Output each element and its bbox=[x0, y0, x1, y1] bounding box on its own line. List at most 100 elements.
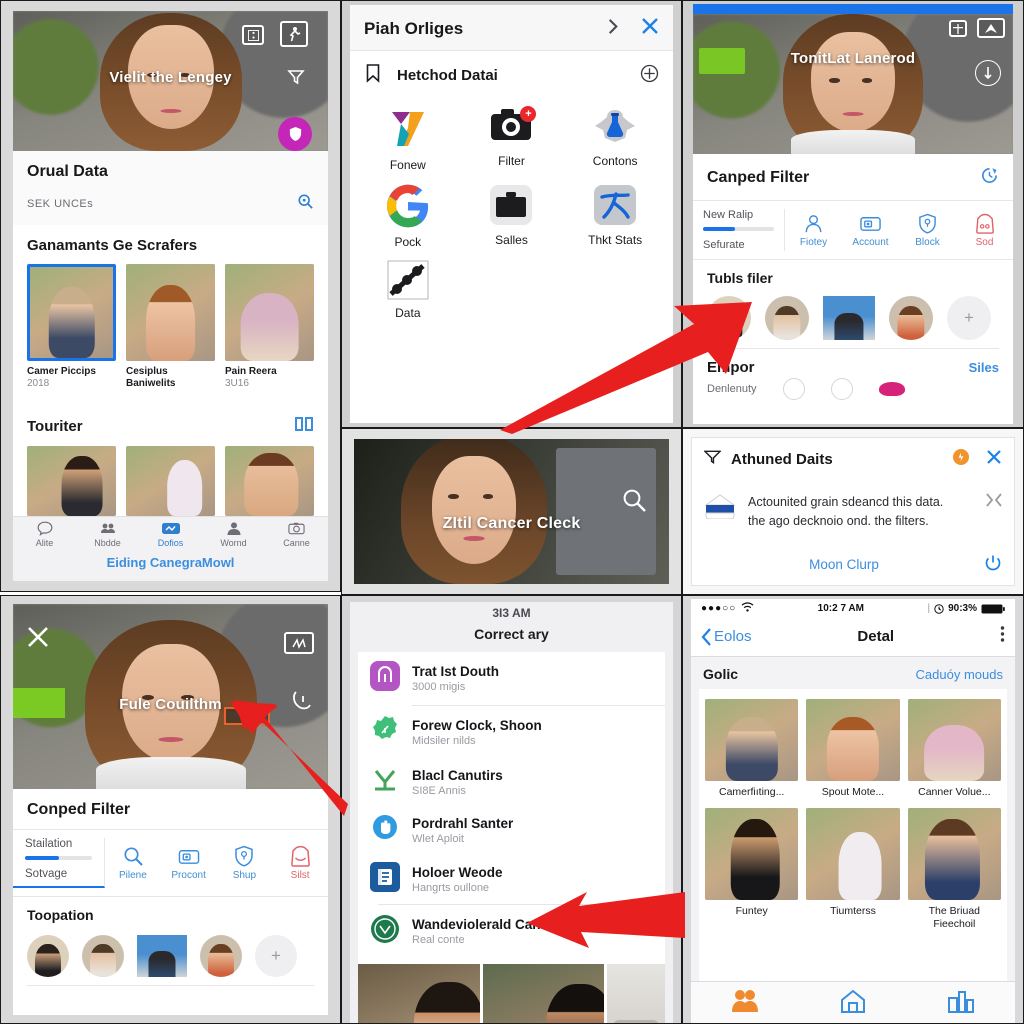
add-avatar-button[interactable]: + bbox=[947, 296, 991, 340]
bottom-nav bbox=[691, 981, 1015, 1023]
person-run-icon[interactable] bbox=[280, 21, 308, 47]
signal-dots: ●●●○○ bbox=[701, 603, 737, 614]
grid-item[interactable]: Camerfiıting... bbox=[705, 699, 799, 798]
search-icon[interactable] bbox=[297, 193, 314, 215]
banner-photo[interactable]: ZItil Cancer Cleck bbox=[354, 439, 669, 584]
card-item[interactable]: Cesiplus Baniwelits bbox=[126, 264, 215, 389]
action-label: Shup bbox=[232, 870, 257, 881]
body-line-2: the ago decknoio ond. the filters. bbox=[748, 514, 929, 529]
action-sod[interactable]: Sod bbox=[956, 209, 1013, 251]
strip-photo[interactable] bbox=[607, 964, 665, 1023]
nav-label: Canne bbox=[283, 538, 310, 548]
grid-icon[interactable] bbox=[949, 20, 967, 37]
card-item[interactable]: Camer Piccips 2018 bbox=[27, 264, 116, 389]
collapse-icon[interactable] bbox=[986, 493, 1002, 512]
avatar[interactable] bbox=[200, 935, 242, 977]
avatar-photo[interactable] bbox=[823, 296, 875, 340]
app-tile-salles[interactable]: Salles bbox=[460, 183, 564, 250]
share-arrow-icon[interactable] bbox=[977, 18, 1005, 38]
action-account[interactable]: Account bbox=[842, 209, 899, 251]
avatar[interactable] bbox=[765, 296, 809, 340]
list-item[interactable]: Pordrahl Santer Wlet Aploit bbox=[358, 806, 665, 855]
action-label: Account bbox=[852, 236, 889, 248]
grid-item[interactable]: Tiumterss bbox=[806, 808, 900, 930]
app-tile-data[interactable]: Data bbox=[356, 260, 460, 321]
list-item[interactable]: Wandeviolerald Cannect Real conte bbox=[358, 905, 665, 958]
bookmark-icon[interactable] bbox=[364, 63, 383, 88]
grid-item[interactable]: The Briuad Fieechoil bbox=[907, 808, 1001, 930]
orange-gear-icon[interactable] bbox=[952, 448, 970, 471]
app-tile-pock[interactable]: Pock bbox=[356, 183, 460, 250]
avatar[interactable] bbox=[82, 935, 124, 977]
app-tile-contons[interactable]: Contons bbox=[563, 104, 667, 173]
action-block[interactable]: Block bbox=[899, 209, 956, 251]
list-item[interactable]: Holoer Weode Hangrts oullone bbox=[358, 855, 665, 904]
app-tile-filter[interactable]: + Filter bbox=[460, 104, 564, 173]
grid-item[interactable]: Spout Mote... bbox=[806, 699, 900, 798]
split-view-icon[interactable] bbox=[242, 25, 264, 45]
briefcase-icon bbox=[488, 183, 534, 232]
grid-item[interactable]: Canner Volue... bbox=[907, 699, 1001, 798]
close-icon[interactable] bbox=[27, 626, 49, 653]
phone-frame: Fule Couilthm Conped Filter Stailation S… bbox=[1, 596, 340, 1023]
nav-item-home[interactable] bbox=[799, 988, 907, 1019]
footer-link[interactable]: Eiding CanegraMowl bbox=[107, 555, 235, 570]
strip-photo[interactable] bbox=[482, 964, 604, 1023]
compare-icon[interactable] bbox=[294, 415, 314, 438]
nav-item-dofios[interactable]: Dofios bbox=[139, 517, 202, 550]
list-item[interactable]: Blacl Canutirs SI8E Annis bbox=[358, 759, 665, 806]
yandex-logo-icon bbox=[384, 104, 432, 157]
close-icon[interactable] bbox=[641, 17, 659, 40]
meter-fill bbox=[25, 856, 59, 860]
sheet-frame: Piah Orliges Hetchod Datai Fonew + Filte… bbox=[342, 1, 681, 427]
action-procont[interactable]: Procont bbox=[161, 838, 217, 888]
footer-link[interactable]: Moon Clurp bbox=[809, 557, 879, 572]
strip-photo[interactable] bbox=[358, 964, 480, 1023]
thumb[interactable] bbox=[225, 446, 314, 516]
list-item[interactable]: Trat Ist Douth 3000 migis bbox=[358, 652, 665, 705]
app-label: Pock bbox=[394, 234, 422, 249]
nav-item-wornd[interactable]: Wornd bbox=[202, 517, 265, 550]
thumb[interactable] bbox=[126, 446, 215, 516]
edit-box-icon[interactable] bbox=[284, 632, 314, 654]
plus-circle-icon[interactable] bbox=[640, 64, 659, 88]
grid-caption: Canner Volue... bbox=[918, 786, 991, 798]
action-shup[interactable]: Shup bbox=[217, 838, 273, 888]
chevron-right-icon[interactable] bbox=[606, 18, 621, 40]
nav-item-people[interactable] bbox=[691, 988, 799, 1019]
action-silst[interactable]: Silst bbox=[272, 838, 328, 888]
list-item[interactable]: Forew Clock, Shoon Midsiler nilds bbox=[358, 706, 665, 759]
tag-icon[interactable] bbox=[290, 688, 314, 717]
section-action[interactable]: Caduóy mouds bbox=[916, 667, 1003, 682]
avatar-photo[interactable] bbox=[137, 935, 187, 977]
filter-funnel-icon[interactable] bbox=[286, 67, 306, 92]
selection-highlight[interactable] bbox=[224, 707, 270, 725]
grid-item[interactable]: Funtey bbox=[705, 808, 799, 930]
nav-item-alite[interactable]: Alite bbox=[13, 517, 76, 550]
overflow-menu-icon[interactable] bbox=[1000, 625, 1005, 648]
meter[interactable]: Stailation Sotvage bbox=[13, 838, 105, 888]
thumb[interactable] bbox=[27, 446, 116, 516]
action-fiotey[interactable]: Fiotey bbox=[785, 209, 842, 251]
avatar[interactable] bbox=[27, 935, 69, 977]
section-action[interactable]: Siles bbox=[969, 360, 999, 375]
nav-item-building[interactable] bbox=[907, 988, 1015, 1019]
add-avatar-button[interactable]: + bbox=[255, 935, 297, 977]
refresh-clock-icon[interactable] bbox=[980, 166, 999, 190]
app-tile-thkt-stats[interactable]: Thkt Stats bbox=[563, 183, 667, 250]
back-button[interactable]: Eolos bbox=[701, 627, 752, 646]
avatar[interactable] bbox=[707, 296, 751, 340]
list-title: Tubls filer bbox=[707, 270, 773, 286]
action-pilene[interactable]: Pilene bbox=[105, 838, 161, 888]
nav-item-nbdde[interactable]: Nbdde bbox=[76, 517, 139, 550]
power-icon[interactable] bbox=[984, 554, 1002, 577]
search-icon[interactable] bbox=[621, 487, 647, 518]
shield-badge-icon[interactable] bbox=[278, 117, 312, 151]
avatar[interactable] bbox=[889, 296, 933, 340]
nav-item-canne[interactable]: Canne bbox=[265, 517, 328, 550]
sheet-subheader: Hetchod Datai bbox=[350, 51, 673, 96]
close-icon[interactable] bbox=[986, 449, 1002, 470]
app-tile-fonew[interactable]: Fonew bbox=[356, 104, 460, 173]
card-item[interactable]: Pain Reera 3U16 bbox=[225, 264, 314, 389]
info-circle-icon[interactable] bbox=[975, 60, 1001, 86]
